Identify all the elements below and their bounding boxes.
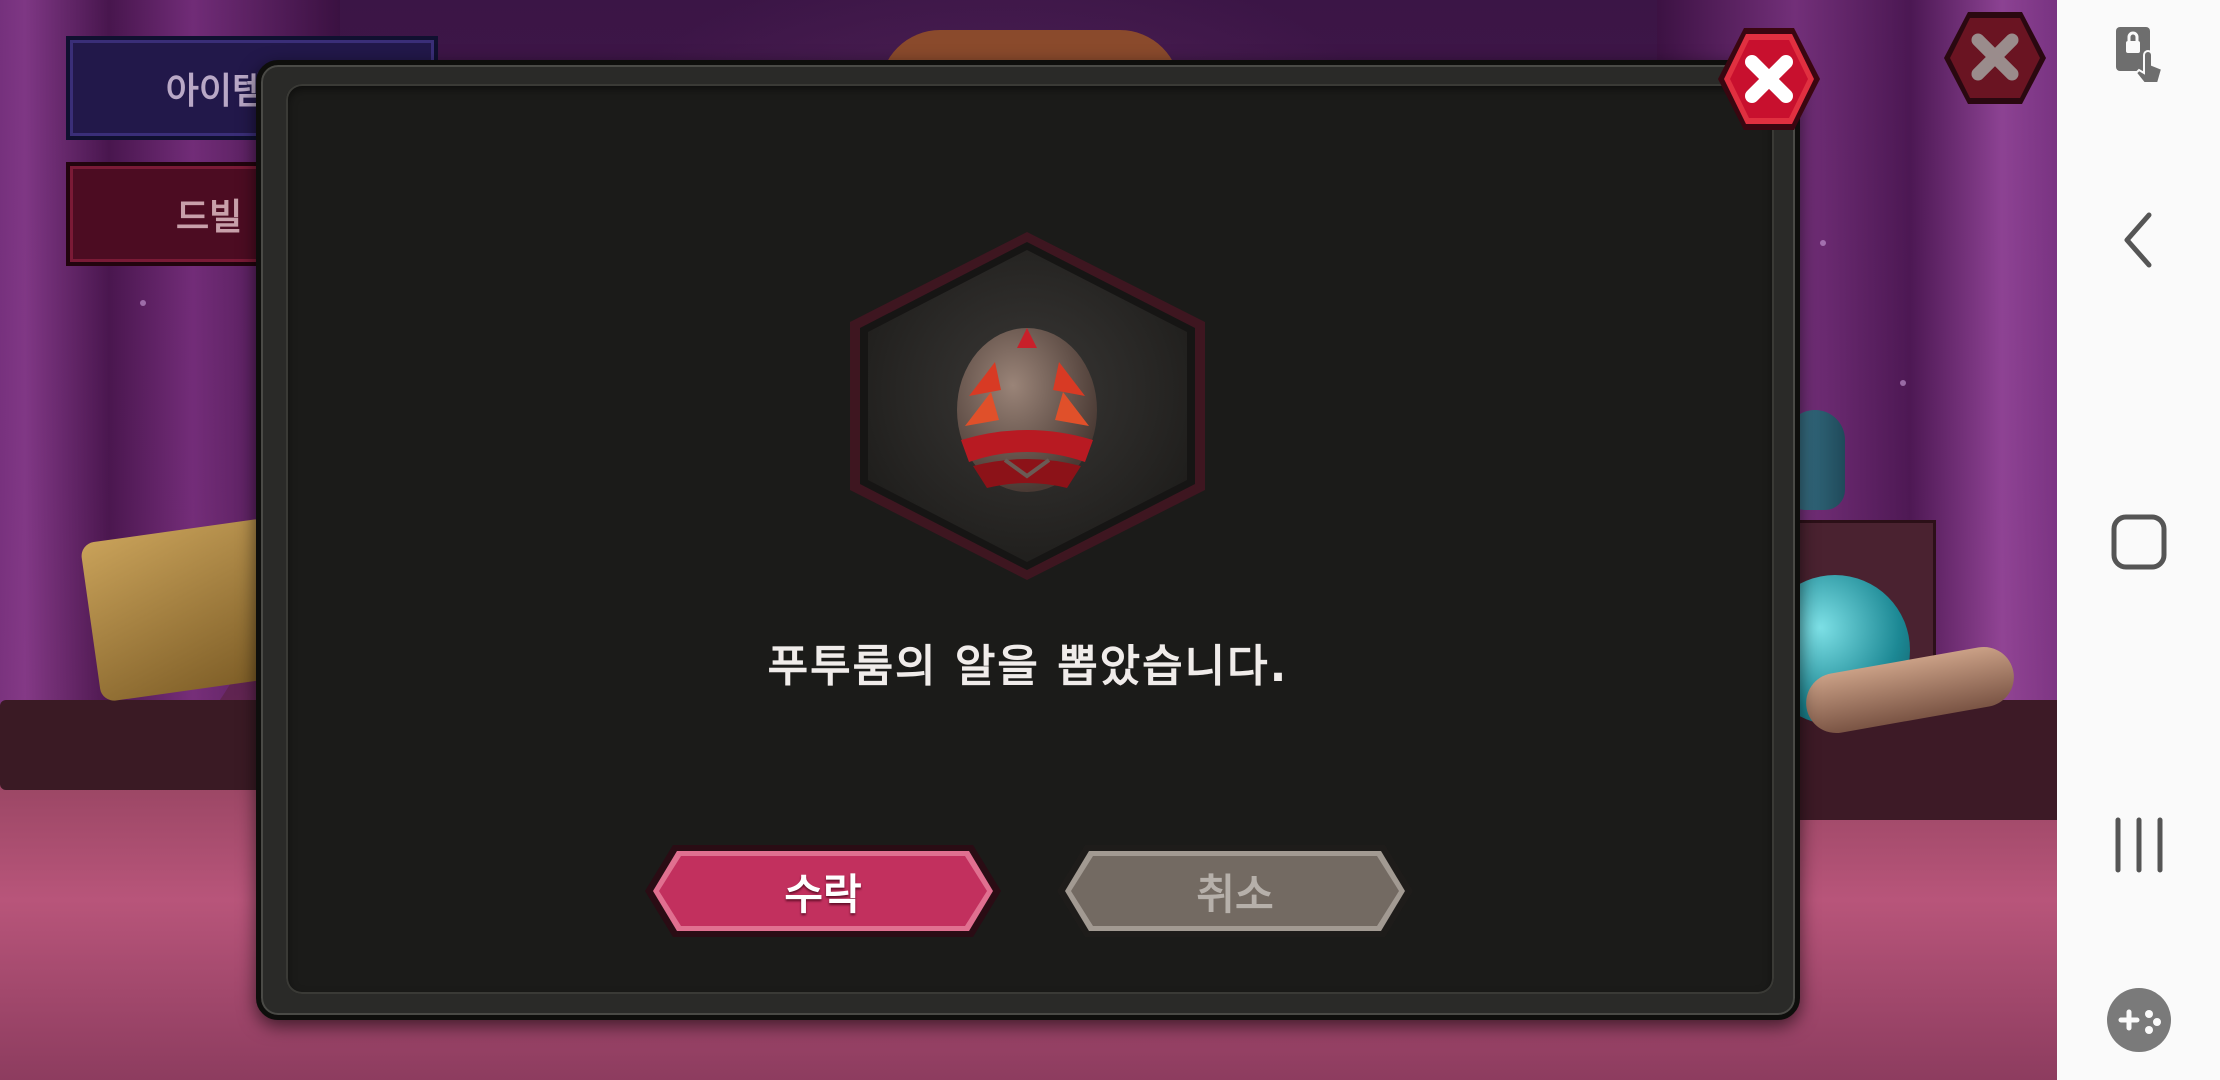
- sparkle: [140, 300, 146, 306]
- android-navigation-bar: [2057, 0, 2220, 1080]
- left-table: [0, 700, 300, 790]
- recent-apps-icon[interactable]: [2057, 790, 2220, 900]
- background-close-icon[interactable]: [1942, 8, 2048, 108]
- sparkle: [1820, 240, 1826, 246]
- close-icon[interactable]: [1716, 26, 1822, 132]
- accept-button[interactable]: 수락: [643, 843, 1003, 939]
- home-icon[interactable]: [2057, 487, 2220, 597]
- game-tools-icon[interactable]: [2057, 965, 2220, 1075]
- screen-lock-touch-icon[interactable]: [2057, 0, 2220, 110]
- result-message: 푸투룸의 알을 뽑았습니다.: [767, 641, 1289, 692]
- cancel-label: 취소: [1196, 869, 1274, 919]
- egg-icon: [850, 232, 1205, 580]
- accept-label: 수락: [784, 869, 862, 919]
- sparkle: [1900, 380, 1906, 386]
- cancel-button[interactable]: 취소: [1055, 843, 1415, 939]
- back-icon[interactable]: [2057, 185, 2220, 295]
